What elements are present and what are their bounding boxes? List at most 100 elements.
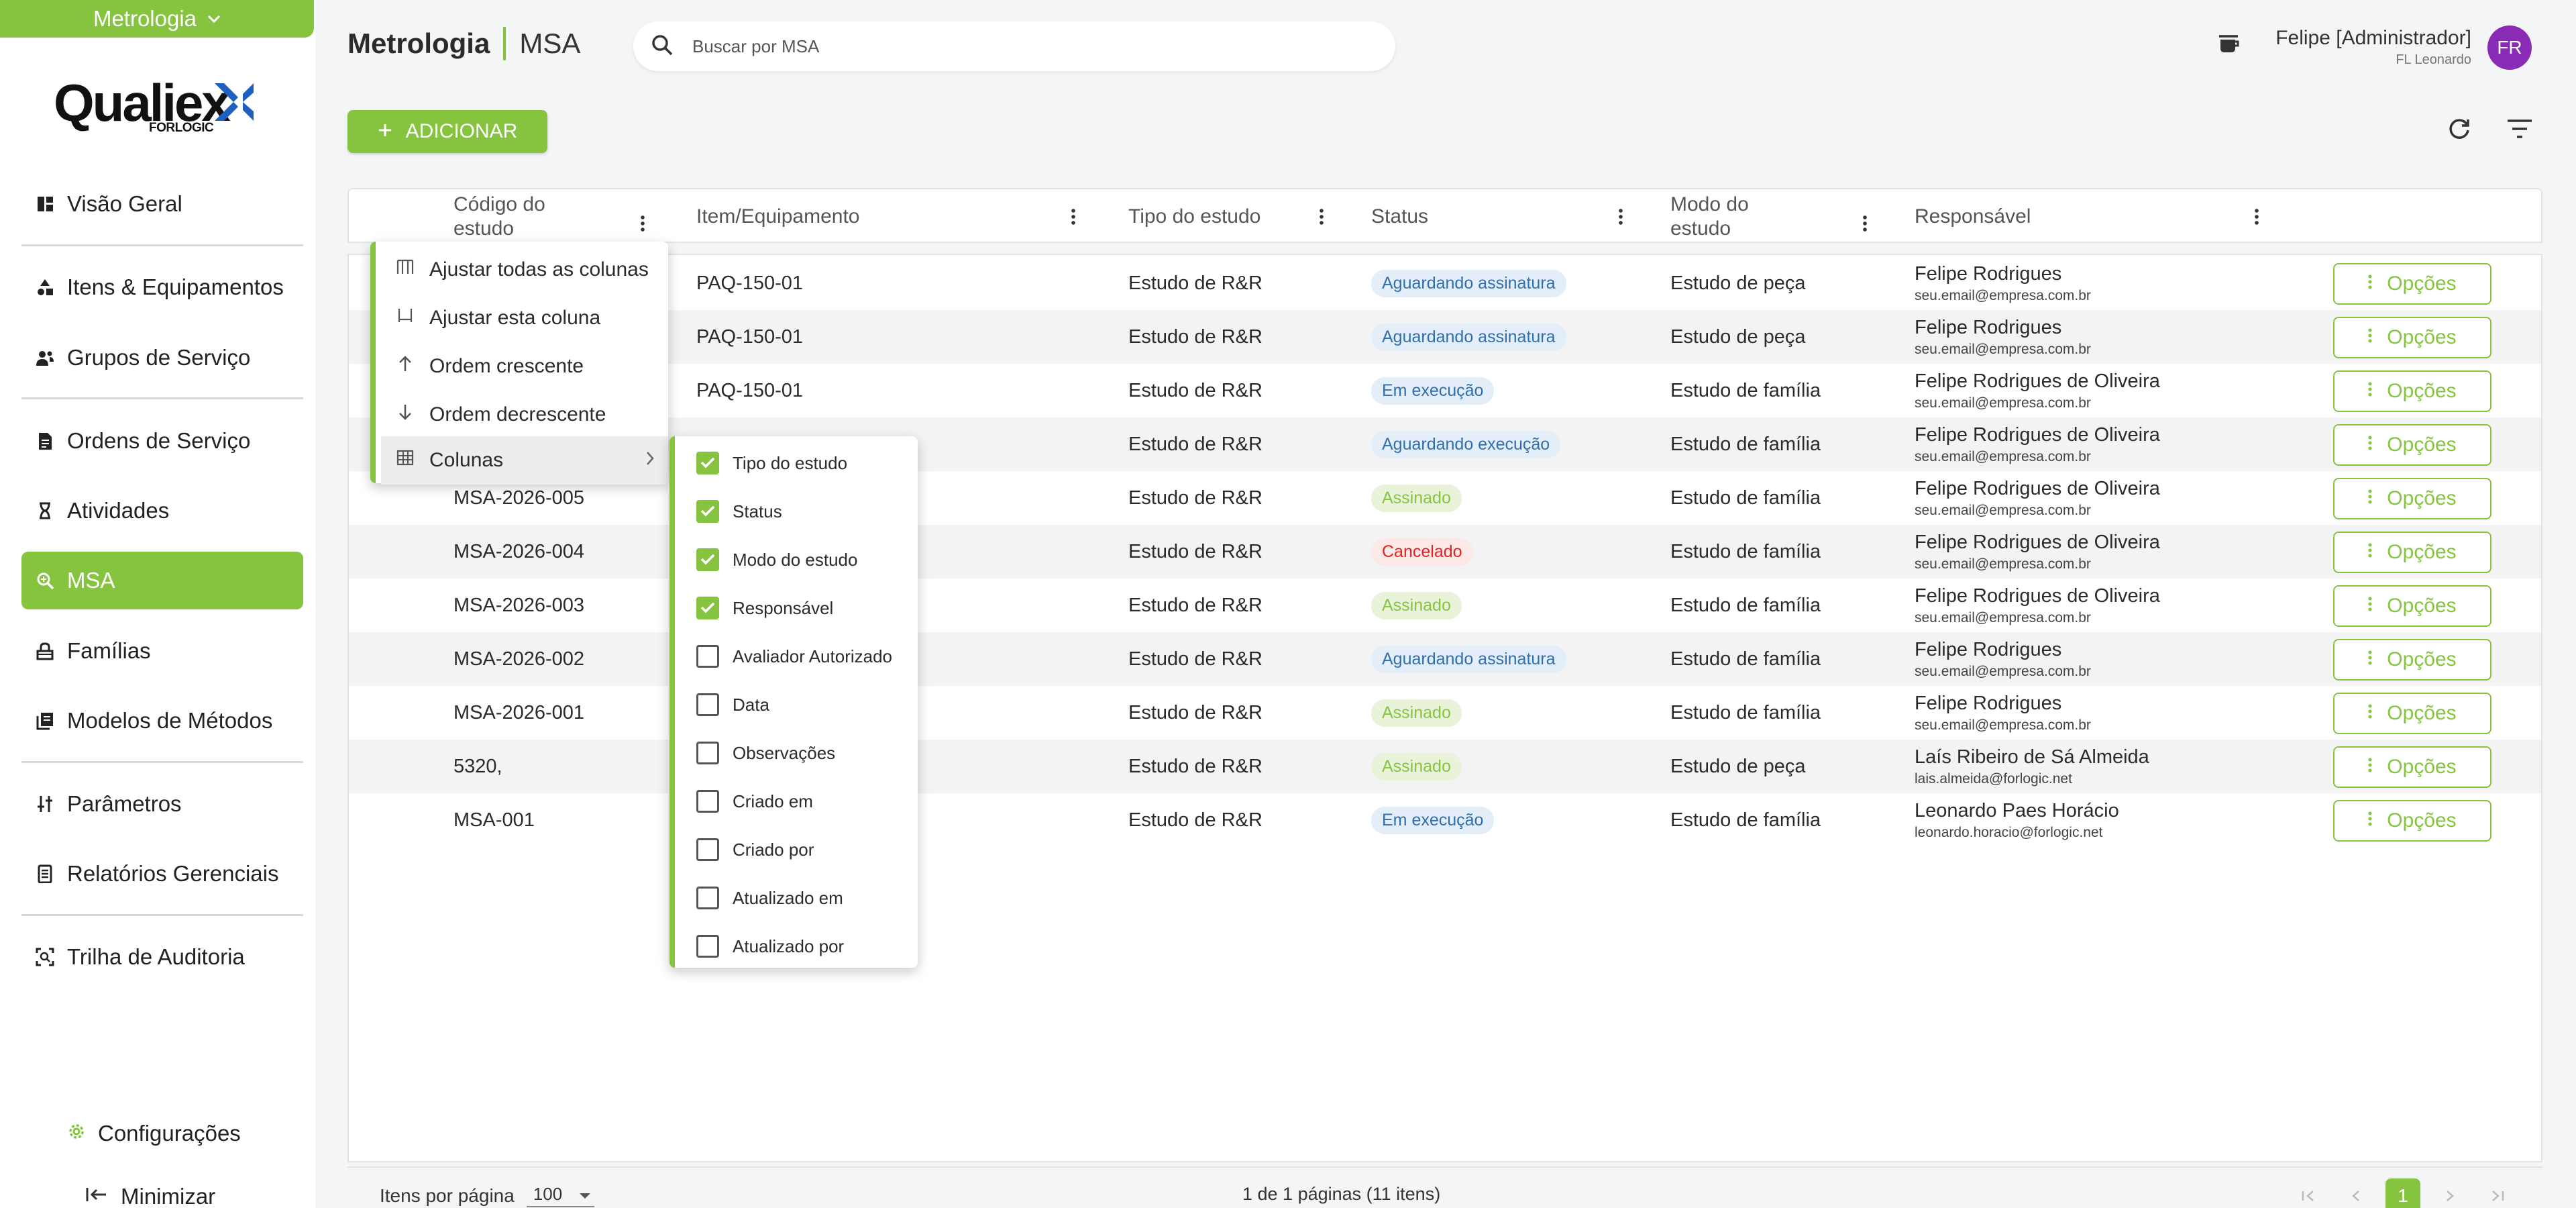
checkbox[interactable] xyxy=(696,838,719,861)
options-button[interactable]: Opções xyxy=(2333,746,2491,788)
refresh-icon[interactable] xyxy=(2446,115,2473,146)
sidebar-divider xyxy=(21,914,303,916)
last-page-icon[interactable] xyxy=(2479,1178,2514,1208)
options-button[interactable]: Opções xyxy=(2333,693,2491,734)
logo-subtitle: FORLOGIC xyxy=(149,121,214,135)
checkbox[interactable] xyxy=(696,742,719,764)
sidebar-item-grupos-de-servico[interactable]: Grupos de Serviço xyxy=(21,329,303,387)
items-per-page-select[interactable]: 100 xyxy=(526,1184,595,1207)
checkbox[interactable] xyxy=(696,887,719,909)
sidebar-item-visao-geral[interactable]: Visão Geral xyxy=(21,175,303,233)
kebab-menu-icon xyxy=(2368,326,2372,349)
checkbox[interactable] xyxy=(696,935,719,958)
options-button[interactable]: Opções xyxy=(2333,370,2491,412)
sidebar-item-atividades[interactable]: Atividades xyxy=(21,482,303,540)
next-page-icon[interactable] xyxy=(2432,1178,2467,1208)
sidebar-item-relatorios-gerenciais[interactable]: Relatórios Gerenciais xyxy=(21,845,303,903)
minimize-sidebar-button[interactable]: Minimizar xyxy=(85,1184,215,1208)
hourglass-icon xyxy=(35,501,55,521)
options-button[interactable]: Opções xyxy=(2333,263,2491,305)
column-toggle[interactable]: Data xyxy=(696,681,769,729)
column-toggle-label: Tipo do estudo xyxy=(733,452,848,473)
gear-icon xyxy=(67,1121,86,1146)
avatar[interactable]: FR xyxy=(2487,26,2532,70)
column-toggle[interactable]: Status xyxy=(696,487,782,536)
dashboard-icon xyxy=(35,194,55,214)
checkbox[interactable] xyxy=(696,645,719,668)
column-toggle[interactable]: Atualizado em xyxy=(696,874,843,922)
first-page-icon[interactable] xyxy=(2292,1178,2326,1208)
kebab-menu-icon[interactable] xyxy=(1319,189,1324,244)
options-button[interactable]: Opções xyxy=(2333,585,2491,627)
sidebar-item-msa[interactable]: MSA xyxy=(21,552,303,609)
checkbox[interactable] xyxy=(696,693,719,716)
column-toggle-label: Criado em xyxy=(733,791,813,811)
cell-study-mode: Estudo de peça xyxy=(1670,325,1806,348)
cell-responsible: Leonardo Paes Horácio leonardo.horacio@fo… xyxy=(1915,793,2119,847)
column-toggle[interactable]: Atualizado por xyxy=(696,922,844,970)
fit-all-columns-icon xyxy=(396,258,415,282)
sidebar-item-configuracoes[interactable]: Configurações xyxy=(67,1121,241,1146)
options-button[interactable]: Opções xyxy=(2333,800,2491,842)
column-toggle[interactable]: Criado em xyxy=(696,777,813,825)
options-button[interactable]: Opções xyxy=(2333,424,2491,466)
items-per-page-value: 100 xyxy=(533,1184,563,1204)
checkbox[interactable] xyxy=(696,790,719,813)
options-button[interactable]: Opções xyxy=(2333,532,2491,573)
context-menu-item[interactable]: Ajustar esta coluna xyxy=(381,294,668,342)
kebab-menu-icon xyxy=(2368,272,2372,295)
cell-study-code: 5320, xyxy=(453,755,502,777)
table-row: PAQ-150-01 Estudo de R&R Aguardando assina… xyxy=(349,310,2541,364)
context-menu-item[interactable]: Colunas xyxy=(381,436,668,485)
kebab-menu-icon[interactable] xyxy=(1862,196,1868,251)
search-icon xyxy=(651,34,674,60)
options-button[interactable]: Opções xyxy=(2333,478,2491,519)
cell-item: PAQ-150-01 xyxy=(696,272,804,294)
checkbox[interactable] xyxy=(696,548,719,571)
kebab-menu-icon[interactable] xyxy=(1618,189,1623,244)
user-info[interactable]: Felipe [Administrador] FL Leonardo xyxy=(2214,27,2471,68)
sidebar-item-ordens-de-servico[interactable]: Ordens de Serviço xyxy=(21,412,303,470)
page-title: Metrologia MSA xyxy=(347,27,580,60)
sidebar-item-trilha-de-auditoria[interactable]: Trilha de Auditoria xyxy=(21,928,303,986)
qualiex-logo: Qualiex FORLOGIC xyxy=(54,72,268,137)
column-toggle[interactable]: Tipo do estudo xyxy=(696,439,847,487)
collapse-left-icon xyxy=(85,1184,109,1208)
page-button-current[interactable]: 1 xyxy=(2385,1178,2420,1208)
column-toggle[interactable]: Avaliador Autorizado xyxy=(696,632,892,681)
cell-status: Aguardando assinatura xyxy=(1371,632,1566,686)
checkbox[interactable] xyxy=(696,597,719,619)
kebab-menu-icon[interactable] xyxy=(1071,189,1076,244)
column-toggle[interactable]: Criado por xyxy=(696,825,814,874)
context-menu-item[interactable]: Ordem decrescente xyxy=(381,391,668,439)
kebab-menu-icon[interactable] xyxy=(2254,189,2259,244)
options-button[interactable]: Opções xyxy=(2333,317,2491,358)
add-button[interactable]: ADICIONAR xyxy=(347,110,547,153)
column-header: Status xyxy=(1371,205,1429,228)
sidebar-item-itens-equipamentos[interactable]: Itens & Equipamentos xyxy=(21,258,303,316)
sidebar-item-parametros[interactable]: Parâmetros xyxy=(21,775,303,833)
prev-page-icon[interactable] xyxy=(2339,1178,2373,1208)
search-bar[interactable] xyxy=(633,21,1395,71)
column-toggle[interactable]: Responsável xyxy=(696,584,833,632)
sidebar-item-label: MSA xyxy=(67,568,115,593)
check-icon xyxy=(700,550,716,570)
cell-study-type: Estudo de R&R xyxy=(1128,648,1263,670)
context-menu-item[interactable]: Ordem crescente xyxy=(381,342,668,391)
search-input[interactable] xyxy=(692,36,1296,57)
column-toggle[interactable]: Modo do estudo xyxy=(696,536,857,584)
sidebar-item-familias[interactable]: Famílias xyxy=(21,622,303,680)
sidebar-item-modelos-de-metodos[interactable]: Modelos de Métodos xyxy=(21,692,303,750)
checkbox[interactable] xyxy=(696,452,719,474)
checkbox[interactable] xyxy=(696,500,719,523)
responsible-email: seu.email@empresa.com.br xyxy=(1915,556,2091,572)
context-menu-item[interactable]: Ajustar todas as colunas xyxy=(381,246,668,294)
options-button[interactable]: Opções xyxy=(2333,639,2491,681)
column-toggle[interactable]: Observações xyxy=(696,729,835,777)
filter-icon[interactable] xyxy=(2506,118,2533,143)
cell-study-code: MSA-001 xyxy=(453,809,535,831)
module-switcher[interactable]: Metrologia xyxy=(0,0,314,38)
cell-study-mode: Estudo de peça xyxy=(1670,755,1806,777)
cell-study-type: Estudo de R&R xyxy=(1128,487,1263,509)
cell-responsible: Felipe Rodrigues seu.email@empresa.com.br xyxy=(1915,686,2091,740)
